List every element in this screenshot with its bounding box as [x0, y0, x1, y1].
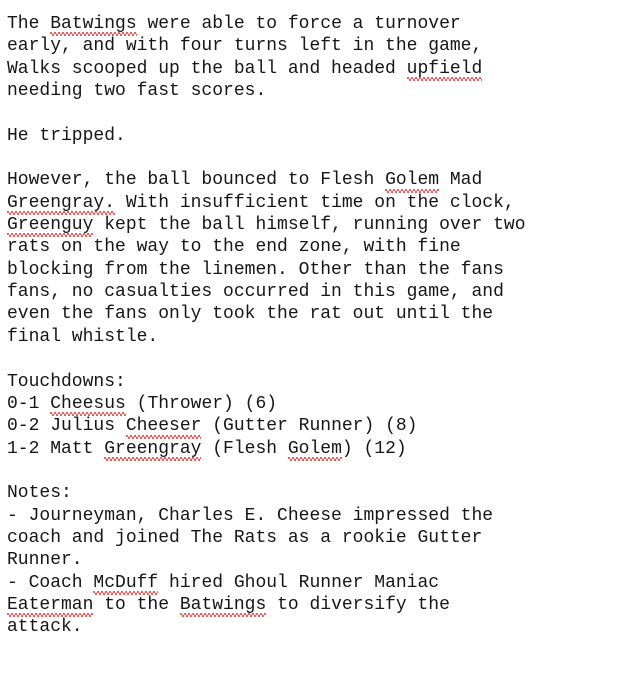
text-run: to diversify the	[266, 594, 450, 615]
text-run: (Flesh	[201, 438, 288, 459]
text-line: rats on the way to the end zone, with fi…	[7, 236, 636, 258]
text-line: early, and with four turns left in the g…	[7, 35, 636, 57]
misspelled-word[interactable]: Greengray.	[7, 192, 116, 216]
text-line: The Batwings were able to force a turnov…	[7, 13, 636, 37]
misspelled-word[interactable]: Batwings	[50, 13, 138, 37]
note-item: - Coach McDuff hired Ghoul Runner Maniac	[7, 572, 636, 596]
text-line: However, the ball bounced to Flesh Golem…	[7, 169, 636, 194]
text-run: The	[7, 14, 51, 34]
text-run: final whistle.	[7, 326, 159, 347]
text-line: Greengray. With insufficient time on the…	[7, 192, 636, 216]
misspelled-word[interactable]: McDuff	[93, 572, 158, 596]
note-item: Runner.	[7, 549, 636, 571]
misspelled-word[interactable]: Cheeser	[125, 415, 201, 439]
text-line: fans, no casualties occurred in this gam…	[7, 281, 636, 303]
text-run: 0-1	[7, 393, 51, 414]
touchdowns-heading: Touchdowns:	[7, 371, 636, 393]
text-run: Mad	[439, 170, 483, 191]
misspelled-word[interactable]: Greengray	[104, 438, 202, 462]
text-line: even the fans only took the rat out unti…	[7, 303, 636, 325]
text-run: ) (12)	[341, 438, 407, 459]
text-run: Touchdowns:	[7, 371, 126, 392]
text-run: kept the ball himself, running over two	[93, 215, 526, 236]
text-run: were able to force a turnover	[136, 14, 461, 34]
note-item: Eaterman to the Batwings to diversify th…	[7, 594, 636, 618]
text-run: rats on the way to the end zone, with fi…	[7, 237, 461, 258]
text-run: even the fans only took the rat out unti…	[7, 304, 494, 325]
text-run: (Thrower) (6)	[125, 393, 278, 414]
misspelled-word[interactable]: Eaterman	[7, 594, 94, 618]
text-document-body[interactable]: The Batwings were able to force a turnov…	[7, 13, 636, 639]
misspelled-word[interactable]: Batwings	[179, 594, 267, 618]
text-line: Greenguy kept the ball himself, running …	[7, 214, 636, 238]
text-line: He tripped.	[7, 125, 636, 147]
text-run: However, the ball bounced to Flesh	[7, 170, 386, 191]
note-item: attack.	[7, 616, 636, 638]
text-run: fans, no casualties occurred in this gam…	[7, 282, 504, 303]
touchdown-entry: 1-2 Matt Greengray (Flesh Golem) (12)	[7, 438, 636, 462]
text-line: Walks scooped up the ball and headed upf…	[7, 58, 636, 82]
touchdown-entry: 0-1 Cheesus (Thrower) (6)	[7, 393, 636, 417]
text-line: needing two fast scores.	[7, 80, 636, 102]
text-run: hired Ghoul Runner Maniac	[158, 572, 440, 593]
text-run: blocking from the linemen. Other than th…	[7, 259, 504, 280]
text-run: coach and joined The Rats as a rookie Gu…	[7, 527, 483, 548]
misspelled-word[interactable]: upfield	[406, 58, 482, 82]
text-run: He tripped.	[7, 125, 126, 146]
text-run: early, and with four turns left in the g…	[7, 36, 483, 57]
text-run: 1-2 Matt	[7, 438, 105, 459]
note-item: coach and joined The Rats as a rookie Gu…	[7, 527, 636, 549]
text-run: - Coach	[7, 572, 94, 593]
text-run: Runner.	[7, 550, 83, 571]
misspelled-word[interactable]: Cheesus	[50, 393, 126, 417]
text-run: 0-2 Julius	[7, 416, 126, 437]
note-item: - Journeyman, Charles E. Cheese impresse…	[7, 505, 636, 527]
text-line: final whistle.	[7, 326, 636, 348]
text-run: attack.	[7, 617, 83, 638]
notes-heading: Notes:	[7, 482, 636, 504]
touchdown-entry: 0-2 Julius Cheeser (Gutter Runner) (8)	[7, 415, 636, 439]
text-run: - Journeyman, Charles E. Cheese impresse…	[7, 505, 494, 526]
text-line: blocking from the linemen. Other than th…	[7, 259, 636, 281]
misspelled-word[interactable]: Golem	[385, 169, 440, 194]
misspelled-word[interactable]: Golem	[287, 438, 342, 462]
text-run: With insufficient time on the clock,	[115, 192, 515, 213]
text-run: (Gutter Runner) (8)	[201, 416, 418, 437]
text-run: Walks scooped up the ball and headed	[7, 58, 407, 79]
text-run: needing two fast scores.	[7, 81, 267, 102]
text-run: to the	[93, 594, 180, 615]
misspelled-word[interactable]: Greenguy	[7, 214, 94, 238]
text-run: Notes:	[7, 483, 72, 504]
